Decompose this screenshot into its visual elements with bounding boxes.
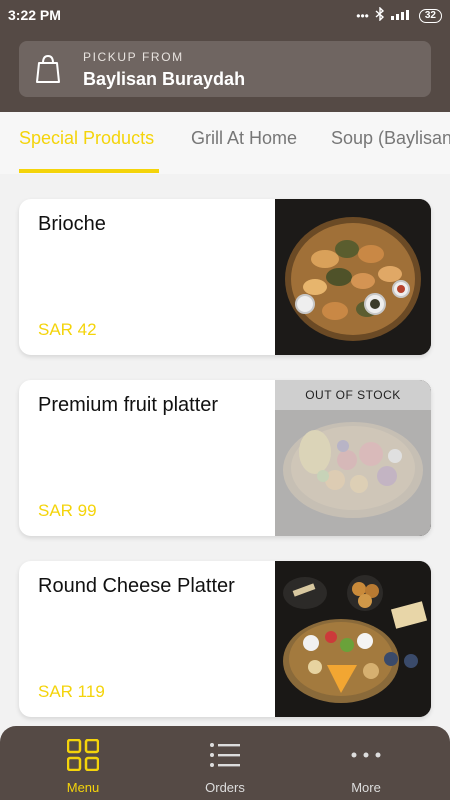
list-icon bbox=[209, 739, 241, 771]
bottom-navigation: Menu Orders More bbox=[0, 726, 450, 800]
product-name: Round Cheese Platter bbox=[38, 575, 235, 597]
tab-soup[interactable]: Soup (Baylisan bbox=[331, 128, 450, 149]
signal-icon bbox=[390, 8, 413, 23]
nav-more-label: More bbox=[351, 780, 381, 795]
pickup-location-selector[interactable]: PICKUP FROM Baylisan Buraydah bbox=[19, 41, 431, 97]
header: 3:22 PM ••• 32 PICKUP FROM Baylisan Bura… bbox=[0, 0, 450, 112]
nav-orders[interactable]: Orders bbox=[150, 726, 300, 800]
nav-orders-label: Orders bbox=[205, 780, 245, 795]
category-tabs: Special Products Grill At Home Soup (Bay… bbox=[0, 112, 450, 174]
more-dots-status-icon: ••• bbox=[356, 8, 369, 23]
more-dots-icon bbox=[350, 739, 382, 771]
pickup-location-name: Baylisan Buraydah bbox=[83, 69, 246, 89]
nav-menu[interactable]: Menu bbox=[8, 726, 158, 800]
product-price: SAR 119 bbox=[38, 682, 105, 701]
product-image-brioche bbox=[275, 199, 431, 355]
product-image-cheese-platter bbox=[275, 561, 431, 717]
tab-grill-at-home[interactable]: Grill At Home bbox=[191, 128, 297, 149]
bluetooth-icon bbox=[375, 6, 385, 24]
product-card-premium-fruit-platter[interactable]: Premium fruit platter SAR 99 OUT OF STOC… bbox=[19, 380, 431, 536]
nav-more[interactable]: More bbox=[291, 726, 441, 800]
out-of-stock-badge: OUT OF STOCK bbox=[275, 380, 431, 410]
nav-menu-label: Menu bbox=[66, 780, 100, 795]
product-card-brioche[interactable]: Brioche SAR 42 bbox=[19, 199, 431, 355]
status-bar: 3:22 PM ••• 32 bbox=[0, 0, 450, 32]
shopping-bag-icon bbox=[35, 53, 61, 90]
product-name: Brioche bbox=[38, 213, 106, 235]
active-tab-indicator bbox=[19, 169, 159, 173]
tab-special-products[interactable]: Special Products bbox=[19, 128, 154, 149]
product-name: Premium fruit platter bbox=[38, 394, 219, 416]
pickup-label: PICKUP FROM bbox=[83, 50, 184, 64]
product-card-round-cheese-platter[interactable]: Round Cheese Platter SAR 119 bbox=[19, 561, 431, 717]
grid-icon bbox=[66, 738, 100, 772]
product-price: SAR 99 bbox=[38, 501, 97, 520]
status-time: 3:22 PM bbox=[8, 7, 61, 23]
product-price: SAR 42 bbox=[38, 320, 97, 339]
battery-icon: 32 bbox=[418, 8, 442, 23]
